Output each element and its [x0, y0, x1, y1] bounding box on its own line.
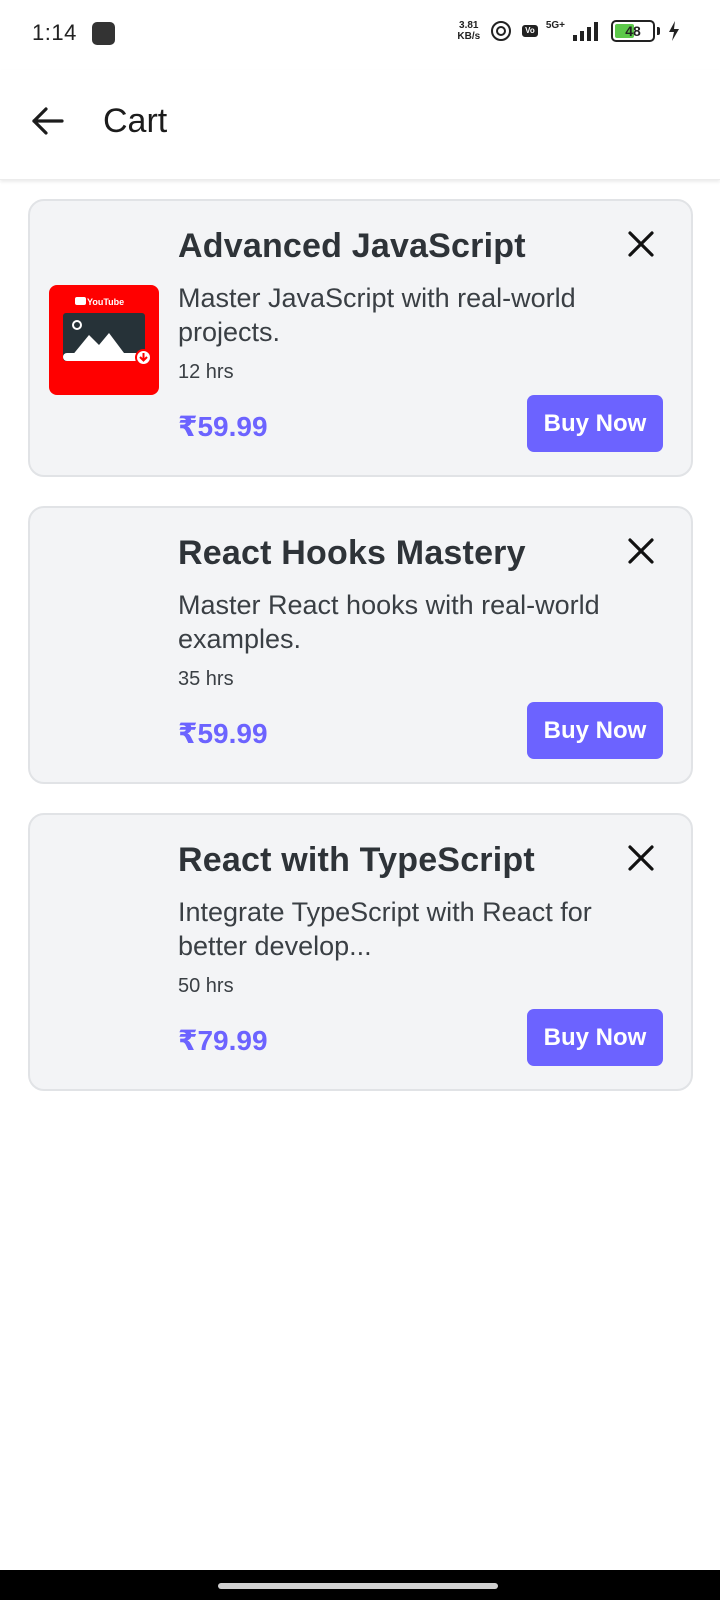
download-icon	[135, 349, 152, 366]
battery-tip	[657, 27, 660, 35]
course-description: Master JavaScript with real-world projec…	[178, 283, 576, 347]
course-price: ₹79.99	[178, 1025, 268, 1056]
system-nav-bar	[0, 1570, 720, 1600]
close-icon	[628, 538, 654, 564]
charging-icon	[669, 21, 679, 41]
youtube-logo-icon	[75, 297, 86, 305]
back-button[interactable]	[26, 100, 68, 142]
course-price: ₹59.99	[178, 411, 268, 442]
course-hours: 35 hrs	[178, 668, 234, 690]
cart-item: YouTube Advanced JavaScript Master JavaS…	[28, 199, 693, 477]
volte-icon: Vo	[522, 25, 538, 37]
network-type: 5G+	[545, 19, 565, 31]
app-notification-icon	[92, 22, 115, 45]
course-hours: 50 hrs	[178, 975, 234, 997]
page-title: Cart	[103, 102, 168, 140]
cart-list: YouTube Advanced JavaScript Master JavaS…	[28, 199, 693, 1120]
signal-icon	[573, 22, 598, 41]
buy-now-button[interactable]: Buy Now	[527, 1009, 663, 1066]
buy-now-button[interactable]: Buy Now	[527, 702, 663, 759]
cart-item: React Hooks Mastery Master React hooks w…	[28, 506, 693, 784]
buy-now-button[interactable]: Buy Now	[527, 395, 663, 452]
close-icon	[628, 845, 654, 871]
course-title: React with TypeScript	[178, 841, 535, 879]
remove-item-button[interactable]	[626, 536, 656, 566]
course-thumbnail: YouTube	[49, 285, 159, 395]
status-icons: 3.81 KB/s Vo 5G+ 48	[457, 20, 680, 42]
course-title: React Hooks Mastery	[178, 534, 526, 572]
course-description: Master React hooks with real-world examp…	[178, 590, 600, 654]
remove-item-button[interactable]	[626, 843, 656, 873]
progress-bar	[63, 353, 141, 361]
net-speed: 3.81 KB/s	[457, 20, 480, 42]
battery-level: 48	[625, 23, 641, 39]
app-header: Cart	[0, 70, 720, 180]
net-speed-unit: KB/s	[457, 31, 481, 42]
close-icon	[628, 231, 654, 257]
youtube-wordmark: YouTube	[87, 297, 125, 307]
course-hours: 12 hrs	[178, 361, 234, 383]
home-indicator[interactable]	[218, 1583, 498, 1589]
status-time: 1:14	[32, 20, 77, 45]
battery-icon: 48	[611, 20, 655, 42]
arrow-left-icon	[32, 107, 64, 135]
status-bar: 1:14 3.81 KB/s Vo 5G+ 48	[0, 0, 720, 70]
course-price: ₹59.99	[178, 718, 268, 749]
course-title: Advanced JavaScript	[178, 227, 526, 265]
cart-item: React with TypeScript Integrate TypeScri…	[28, 813, 693, 1091]
net-speed-value: 3.81	[459, 20, 479, 31]
remove-item-button[interactable]	[626, 229, 656, 259]
course-description: Integrate TypeScript with React for bett…	[178, 897, 592, 961]
hotspot-link-icon	[491, 21, 512, 41]
